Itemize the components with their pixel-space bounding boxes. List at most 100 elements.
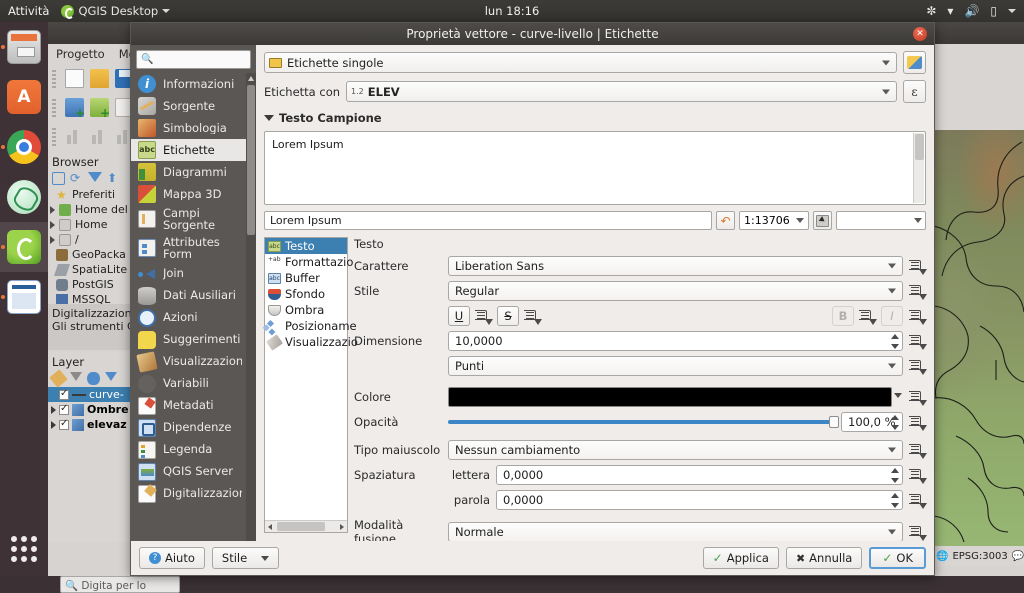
label-with-field-combo[interactable]: 1.2 ELEV: [346, 81, 897, 102]
stepper-down-icon[interactable]: [891, 425, 899, 430]
add-layer-icon[interactable]: [52, 172, 65, 185]
app-grid-icon[interactable]: [11, 536, 37, 562]
scroll-right-icon[interactable]: [340, 524, 344, 530]
open-layer-styling-icon[interactable]: [49, 369, 68, 388]
expand-arrow-icon[interactable]: [50, 205, 55, 214]
opacity-stepper[interactable]: [891, 415, 899, 430]
stepper-up-icon[interactable]: [891, 334, 899, 339]
scrollbar-thumb[interactable]: [277, 522, 325, 531]
slider-handle[interactable]: [829, 416, 839, 428]
bold-data-defined-button[interactable]: [859, 308, 877, 325]
histogram-icon[interactable]: [90, 127, 109, 146]
battery-icon[interactable]: ▯: [990, 5, 997, 17]
size-stepper[interactable]: [891, 334, 899, 349]
opacity-slider[interactable]: [448, 416, 839, 428]
close-icon[interactable]: ✕: [913, 27, 927, 41]
nav-item-diagrammi[interactable]: Diagrammi: [131, 161, 246, 183]
preview-scale-combo[interactable]: 1:13706: [739, 211, 809, 230]
filter-icon[interactable]: [88, 172, 102, 182]
tree-horizontal-scrollbar[interactable]: [265, 520, 347, 532]
color-button[interactable]: [448, 387, 902, 407]
stepper-up-icon[interactable]: [891, 468, 899, 473]
strikethrough-data-defined-button[interactable]: [524, 308, 542, 325]
size-input[interactable]: 10,0000: [448, 331, 903, 351]
pick-scale-button[interactable]: [813, 211, 832, 230]
nav-item-dipendenze[interactable]: Dipendenze: [131, 417, 246, 439]
color-data-defined-button[interactable]: [909, 389, 927, 406]
italic-toggle[interactable]: I: [881, 306, 903, 326]
ok-button[interactable]: ✓ OK: [869, 547, 926, 569]
nav-item-dati-ausiliari[interactable]: Dati Ausiliari: [131, 285, 246, 307]
launcher-item-atom[interactable]: [0, 172, 48, 222]
word-spacing-input[interactable]: 0,0000: [496, 490, 903, 510]
letter-data-defined-button[interactable]: [909, 467, 927, 484]
collapse-all-icon[interactable]: ⬆: [107, 172, 120, 185]
stepper-up-icon[interactable]: [891, 415, 899, 420]
scrollbar-thumb[interactable]: [247, 85, 255, 235]
scrollbar-thumb[interactable]: [915, 134, 924, 160]
map-canvas[interactable]: [934, 130, 1024, 546]
add-group-icon[interactable]: [70, 372, 82, 381]
scroll-left-icon[interactable]: [268, 524, 272, 530]
case-data-defined-button[interactable]: [909, 442, 927, 459]
apply-button[interactable]: ✓ Applica: [702, 547, 779, 569]
sample-text-preview[interactable]: Lorem Ipsum: [264, 131, 926, 205]
strikethrough-toggle[interactable]: S: [497, 306, 519, 326]
sample-scrollbar[interactable]: [913, 133, 924, 203]
add-raster-layer-icon[interactable]: [90, 98, 110, 120]
refresh-icon[interactable]: ⟳: [70, 172, 83, 185]
layer-visibility-checkbox[interactable]: [59, 388, 69, 400]
size-unit-data-defined-button[interactable]: [909, 358, 927, 375]
volume-icon[interactable]: 🔊: [964, 5, 979, 17]
nav-search-box[interactable]: 🔍: [136, 50, 251, 69]
tree-item-posizionamento[interactable]: Posizioname: [265, 318, 357, 334]
blend-data-defined-button[interactable]: [909, 524, 927, 541]
nav-item-simbologia[interactable]: Simbologia: [131, 117, 246, 139]
session-menu-icon[interactable]: [1008, 9, 1016, 13]
launcher-item-files[interactable]: [0, 22, 48, 72]
label-mode-combo[interactable]: Etichette singole: [264, 52, 897, 73]
nav-search-input[interactable]: [157, 53, 246, 66]
opacity-input[interactable]: 100,0 %: [841, 412, 903, 432]
toolbar-grip[interactable]: [52, 98, 56, 117]
activities-label[interactable]: Attività: [8, 4, 49, 18]
expand-arrow-icon[interactable]: [51, 420, 56, 429]
tree-item-testo[interactable]: abc Testo: [265, 238, 347, 254]
nav-item-metadati[interactable]: Metadati: [131, 395, 246, 417]
wifi-icon[interactable]: ▾: [947, 5, 953, 17]
tree-item-visualizzazione[interactable]: Visualizzazio: [265, 333, 358, 351]
label-settings-button[interactable]: [903, 51, 926, 74]
size-data-defined-button[interactable]: [909, 333, 927, 350]
nav-item-qgis-server[interactable]: QGIS Server: [131, 461, 246, 483]
sample-text-section[interactable]: Testo Campione: [256, 111, 934, 125]
style-button[interactable]: Stile: [211, 547, 280, 569]
word-stepper[interactable]: [891, 493, 899, 508]
tree-item-sfondo[interactable]: Sfondo: [265, 286, 347, 302]
launcher-item-qgis[interactable]: [0, 222, 48, 272]
underline-toggle[interactable]: U: [448, 306, 470, 326]
font-data-defined-button[interactable]: [909, 258, 927, 275]
messages-icon[interactable]: 💬: [1012, 551, 1024, 562]
expression-button[interactable]: ε: [903, 80, 926, 103]
new-project-icon[interactable]: [65, 69, 84, 88]
blend-combo[interactable]: Normale: [448, 522, 903, 542]
launcher-item-chrome[interactable]: [0, 122, 48, 172]
help-button[interactable]: ? Aiuto: [139, 547, 205, 569]
tree-item-buffer[interactable]: abc Buffer: [265, 270, 347, 286]
add-vector-layer-icon[interactable]: [65, 98, 85, 120]
stepper-up-icon[interactable]: [891, 493, 899, 498]
toolbar-grip[interactable]: [52, 69, 56, 88]
nav-item-legenda[interactable]: Legenda: [131, 439, 246, 461]
nav-item-digitalizzazione[interactable]: Digitalizzazione: [131, 483, 246, 505]
clock-label[interactable]: lun 18:16: [485, 4, 540, 18]
sample-text-input[interactable]: Lorem Ipsum: [264, 211, 712, 230]
dropbox-icon[interactable]: ✼: [926, 5, 936, 17]
bold-toggle[interactable]: B: [832, 306, 854, 326]
italic-data-defined-button[interactable]: [909, 308, 927, 325]
layer-visibility-checkbox[interactable]: [59, 403, 69, 415]
expand-arrow-icon[interactable]: [50, 220, 55, 229]
nav-item-informazioni[interactable]: i Informazioni: [131, 73, 246, 95]
statistics-icon[interactable]: [65, 127, 84, 146]
scroll-up-icon[interactable]: [248, 76, 254, 81]
nav-item-sorgente[interactable]: Sorgente: [131, 95, 246, 117]
